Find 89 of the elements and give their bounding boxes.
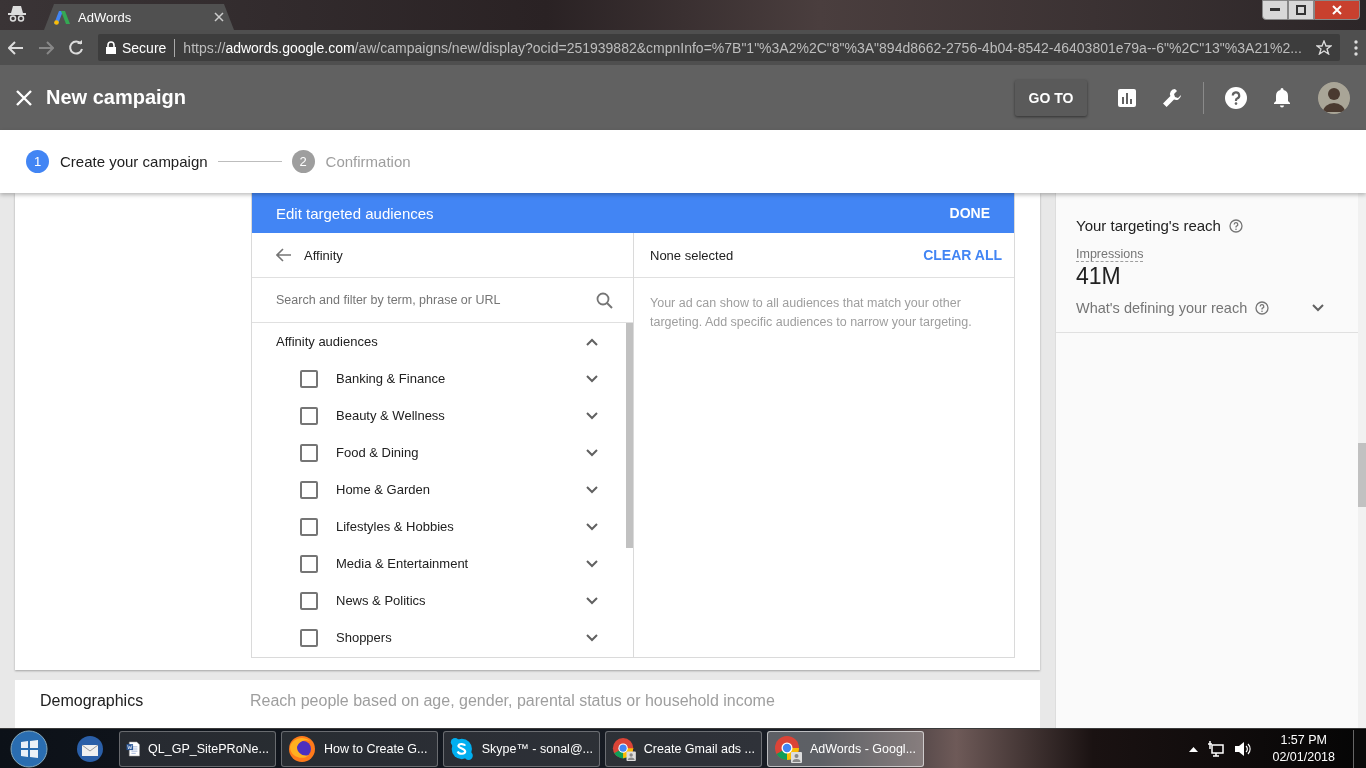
chevron-up-icon[interactable] bbox=[586, 337, 598, 346]
audience-label: Home & Garden bbox=[336, 482, 431, 497]
lock-icon bbox=[106, 41, 116, 54]
go-to-button[interactable]: GO TO bbox=[1015, 79, 1087, 116]
incognito-icon bbox=[8, 5, 26, 22]
step-label: Confirmation bbox=[325, 153, 411, 170]
maximize-button[interactable] bbox=[1288, 0, 1314, 20]
chrome-icon bbox=[774, 734, 802, 763]
clock-date[interactable]: 02/01/2018 bbox=[1272, 748, 1335, 766]
network-icon[interactable] bbox=[1208, 740, 1225, 757]
checkbox[interactable] bbox=[300, 591, 318, 610]
help-icon[interactable] bbox=[1255, 301, 1270, 315]
taskbar-button[interactable]: How to Create G... bbox=[281, 730, 438, 767]
checkbox[interactable] bbox=[300, 406, 318, 425]
scrollbar-thumb[interactable] bbox=[1358, 443, 1366, 507]
reload-icon[interactable] bbox=[68, 39, 84, 56]
help-icon[interactable] bbox=[1225, 86, 1247, 109]
close-icon[interactable] bbox=[214, 12, 224, 22]
selection-title: None selected bbox=[650, 247, 734, 263]
chevron-down-icon[interactable] bbox=[586, 374, 598, 383]
bell-icon[interactable] bbox=[1273, 87, 1291, 108]
checkbox[interactable] bbox=[300, 443, 318, 462]
browser-tab[interactable]: AdWords bbox=[44, 4, 234, 30]
adwords-logo bbox=[54, 9, 70, 25]
audience-label: Lifestyles & Hobbies bbox=[336, 519, 455, 534]
checkbox[interactable] bbox=[300, 517, 318, 536]
minimize-button[interactable] bbox=[1262, 0, 1288, 20]
security-label: Secure bbox=[122, 39, 167, 56]
step-number: 2 bbox=[291, 150, 315, 173]
taskbar-button[interactable]: Skype™ - sonal@... bbox=[443, 730, 600, 767]
audience-label: Beauty & Wellness bbox=[336, 408, 446, 423]
speaker-icon[interactable] bbox=[1234, 740, 1253, 757]
search-icon[interactable] bbox=[596, 291, 613, 309]
page-title: New campaign bbox=[46, 86, 188, 109]
bar-chart-icon[interactable] bbox=[1118, 88, 1136, 107]
chevron-down-icon[interactable] bbox=[586, 411, 598, 420]
audience-label: Media & Entertainment bbox=[336, 556, 470, 571]
editor-title: Edit targeted audiences bbox=[276, 204, 434, 222]
taskbar-button[interactable]: AdWords - Googl... bbox=[767, 730, 924, 767]
metric-value: 41M bbox=[1076, 263, 1122, 290]
taskbar-button[interactable]: QL_GP_SitePRoNe... bbox=[119, 730, 276, 767]
taskbar-button[interactable]: Create Gmail ads ... bbox=[605, 730, 762, 767]
tray-expand-icon[interactable] bbox=[1189, 745, 1199, 752]
clock-time[interactable]: 1:57 PM bbox=[1272, 731, 1335, 749]
reach-title: Your targeting's reach bbox=[1076, 217, 1221, 234]
empty-message: Your ad can show to all audiences that match your other targeting. Add specific audiences to narrow your targeting. bbox=[650, 295, 973, 331]
mail-client-icon[interactable] bbox=[75, 733, 105, 764]
chevron-down-icon[interactable] bbox=[586, 448, 598, 457]
star-icon[interactable] bbox=[1316, 40, 1332, 55]
checkbox[interactable] bbox=[300, 480, 318, 499]
scrollbar-thumb[interactable] bbox=[626, 323, 633, 548]
section-card[interactable]: Demographics Reach people based on age, gender, parental status or household income bbox=[15, 680, 1040, 728]
step-label: Create your campaign bbox=[60, 153, 208, 170]
help-icon[interactable] bbox=[1228, 218, 1243, 233]
wrench-icon[interactable] bbox=[1162, 87, 1182, 108]
checkbox[interactable] bbox=[300, 628, 318, 647]
start-button[interactable] bbox=[9, 729, 49, 768]
checkbox[interactable] bbox=[300, 554, 318, 573]
audience-label: Food & Dining bbox=[336, 445, 420, 460]
category-header[interactable]: Affinity audiences bbox=[252, 323, 626, 360]
address-bar[interactable]: Secure https://adwords.google.com/aw/campaigns/new/display?ocid=251939882&cmpnInfo=%7B"1"%3A2%2C"8"%3A"894d8662-2756-4b04-8542-46403801e79a--6"%2C"13"%3A21%2... bbox=[98, 34, 1340, 61]
reach-details-label: What's defining your reach bbox=[1076, 300, 1248, 316]
audience-label: News & Politics bbox=[336, 593, 427, 608]
checkbox[interactable] bbox=[300, 369, 318, 388]
window-close-button[interactable] bbox=[1314, 0, 1360, 20]
chevron-down-icon[interactable] bbox=[586, 522, 598, 531]
minimize-icon[interactable] bbox=[1270, 8, 1280, 12]
chevron-down-icon[interactable] bbox=[586, 596, 598, 605]
breadcrumb: Affinity bbox=[304, 247, 343, 263]
section-title: Demographics bbox=[40, 692, 145, 711]
step-number: 1 bbox=[26, 150, 49, 173]
back-arrow-icon[interactable] bbox=[276, 248, 292, 262]
back-icon[interactable] bbox=[8, 40, 24, 55]
chevron-down-icon[interactable] bbox=[1312, 304, 1324, 312]
audience-label: Shoppers bbox=[336, 630, 393, 645]
chevron-down-icon[interactable] bbox=[586, 559, 598, 568]
show-desktop-button[interactable] bbox=[1353, 729, 1366, 768]
metric-label: Impressions bbox=[1076, 247, 1144, 262]
avatar[interactable] bbox=[1318, 81, 1350, 114]
firefox-icon bbox=[288, 734, 316, 763]
chevron-down-icon[interactable] bbox=[586, 633, 598, 642]
url-text: https://adwords.google.com/aw/campaigns/new/display?ocid=251939882&cmpnInfo=%7B"1"%3A2%2C"8"%3A"894d8662-2756-4b04-8542-46403801e79a--6"%2C"13"%3A21%2... bbox=[183, 39, 1302, 56]
audience-label: Banking & Finance bbox=[336, 371, 447, 386]
maximize-icon[interactable] bbox=[1296, 5, 1306, 15]
clear-all-button[interactable]: CLEAR ALL bbox=[923, 247, 1002, 263]
chevron-down-icon[interactable] bbox=[586, 485, 598, 494]
done-button[interactable]: DONE bbox=[949, 205, 990, 221]
more-icon[interactable] bbox=[1354, 39, 1358, 56]
section-description: Reach people based on age, gender, parental status or household income bbox=[250, 692, 775, 711]
